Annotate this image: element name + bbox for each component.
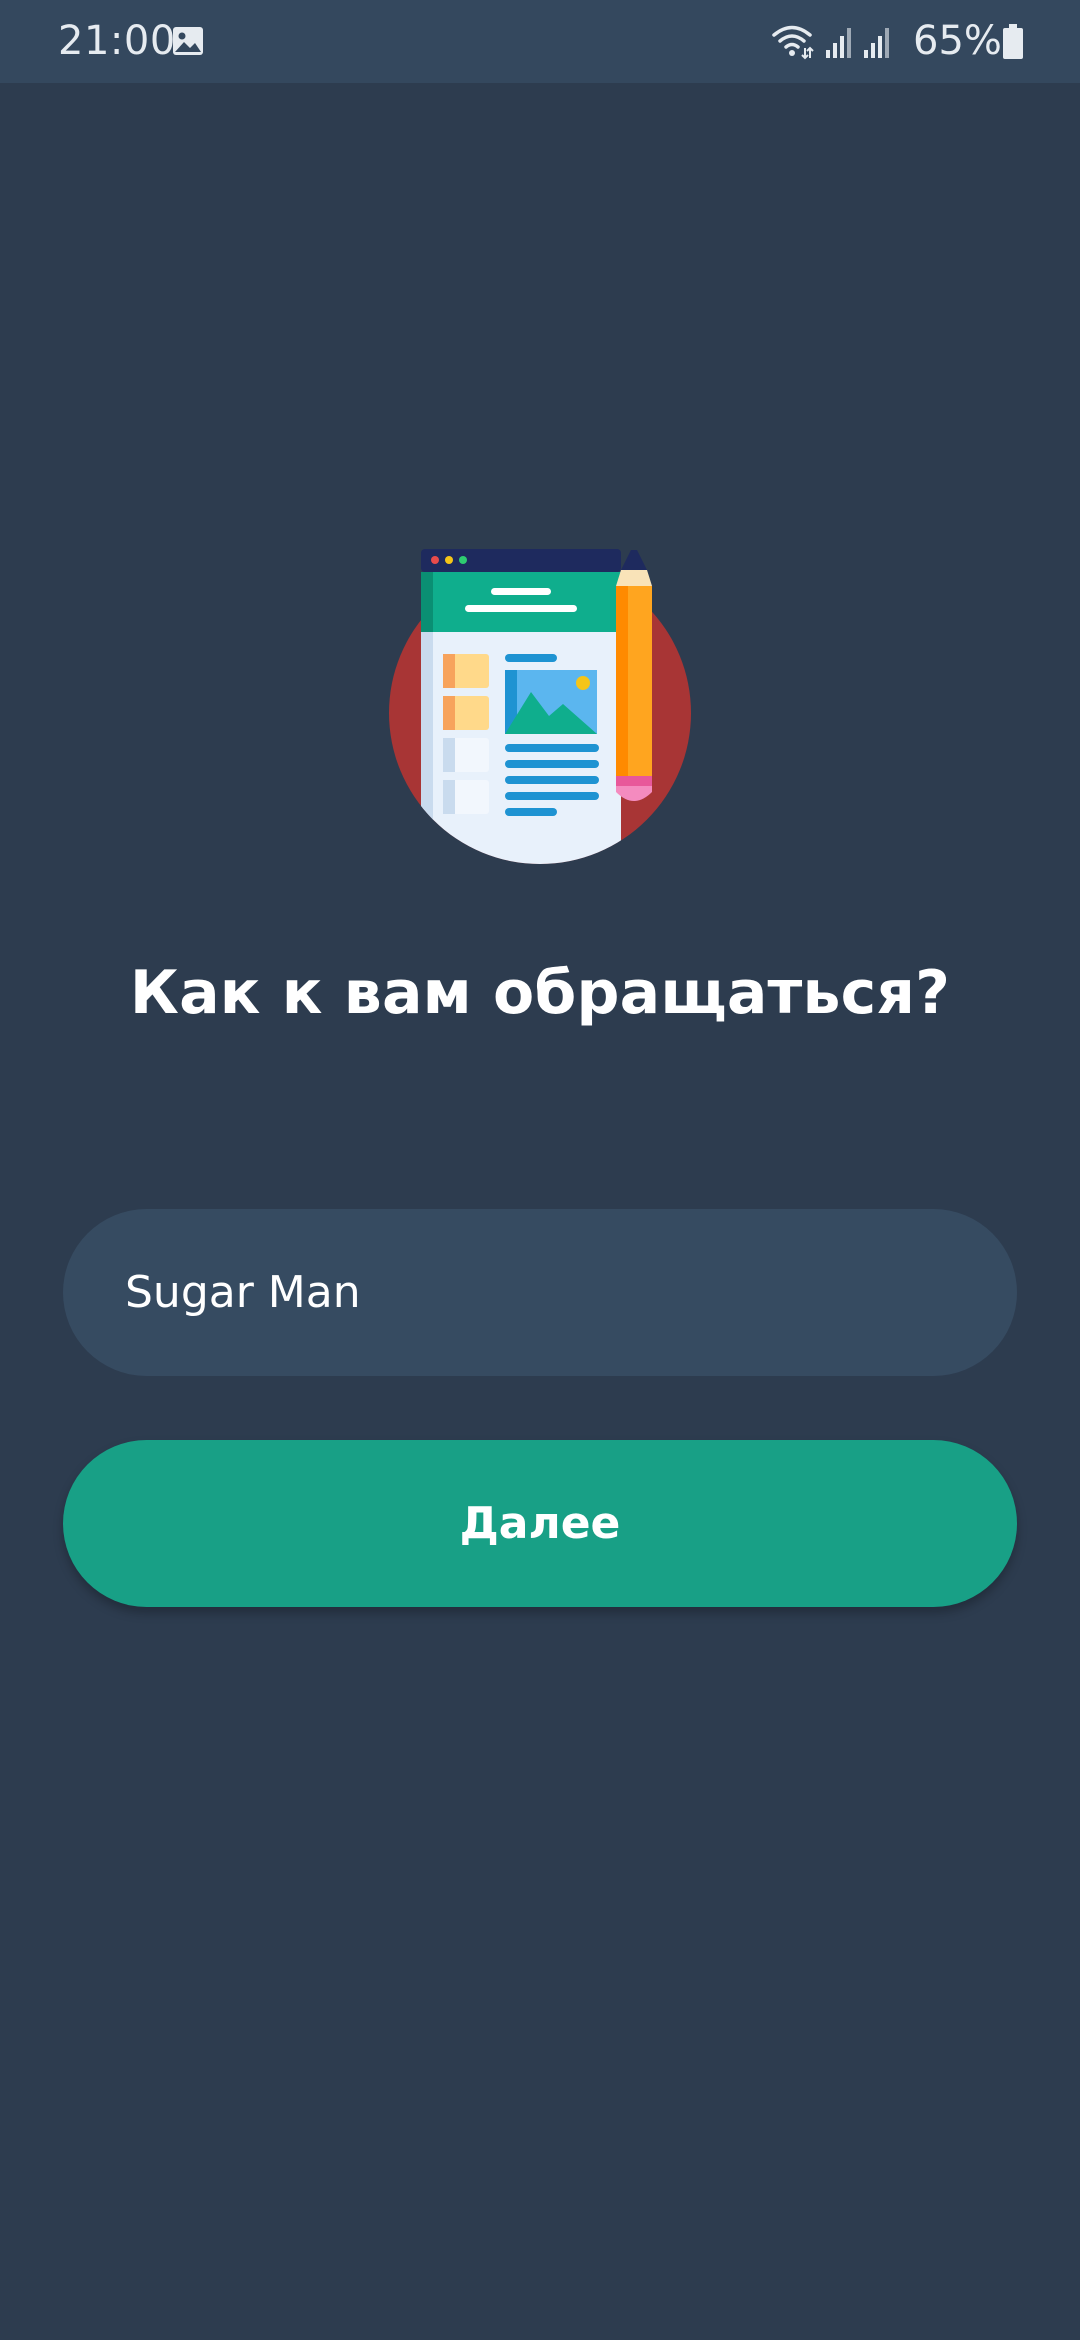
next-button-label: Далее	[459, 1498, 621, 1549]
wifi-icon	[772, 24, 814, 60]
battery-percent: 65%	[913, 18, 1002, 64]
signal-icon	[824, 26, 854, 60]
status-time: 21:00	[58, 18, 176, 64]
page-title: Как к вам обращаться?	[129, 958, 951, 1028]
battery-icon	[1002, 24, 1024, 60]
name-entry-screen: 21:00 65% Как к вам обращаться? Sugar Ma…	[0, 0, 1080, 2340]
next-button[interactable]: Далее	[63, 1440, 1017, 1607]
status-bar: 21:00 65%	[0, 0, 1080, 83]
document-with-pencil-illustration	[385, 548, 695, 868]
signal-icon	[862, 26, 892, 60]
name-field[interactable]	[63, 1209, 1017, 1376]
gallery-icon	[172, 26, 204, 56]
